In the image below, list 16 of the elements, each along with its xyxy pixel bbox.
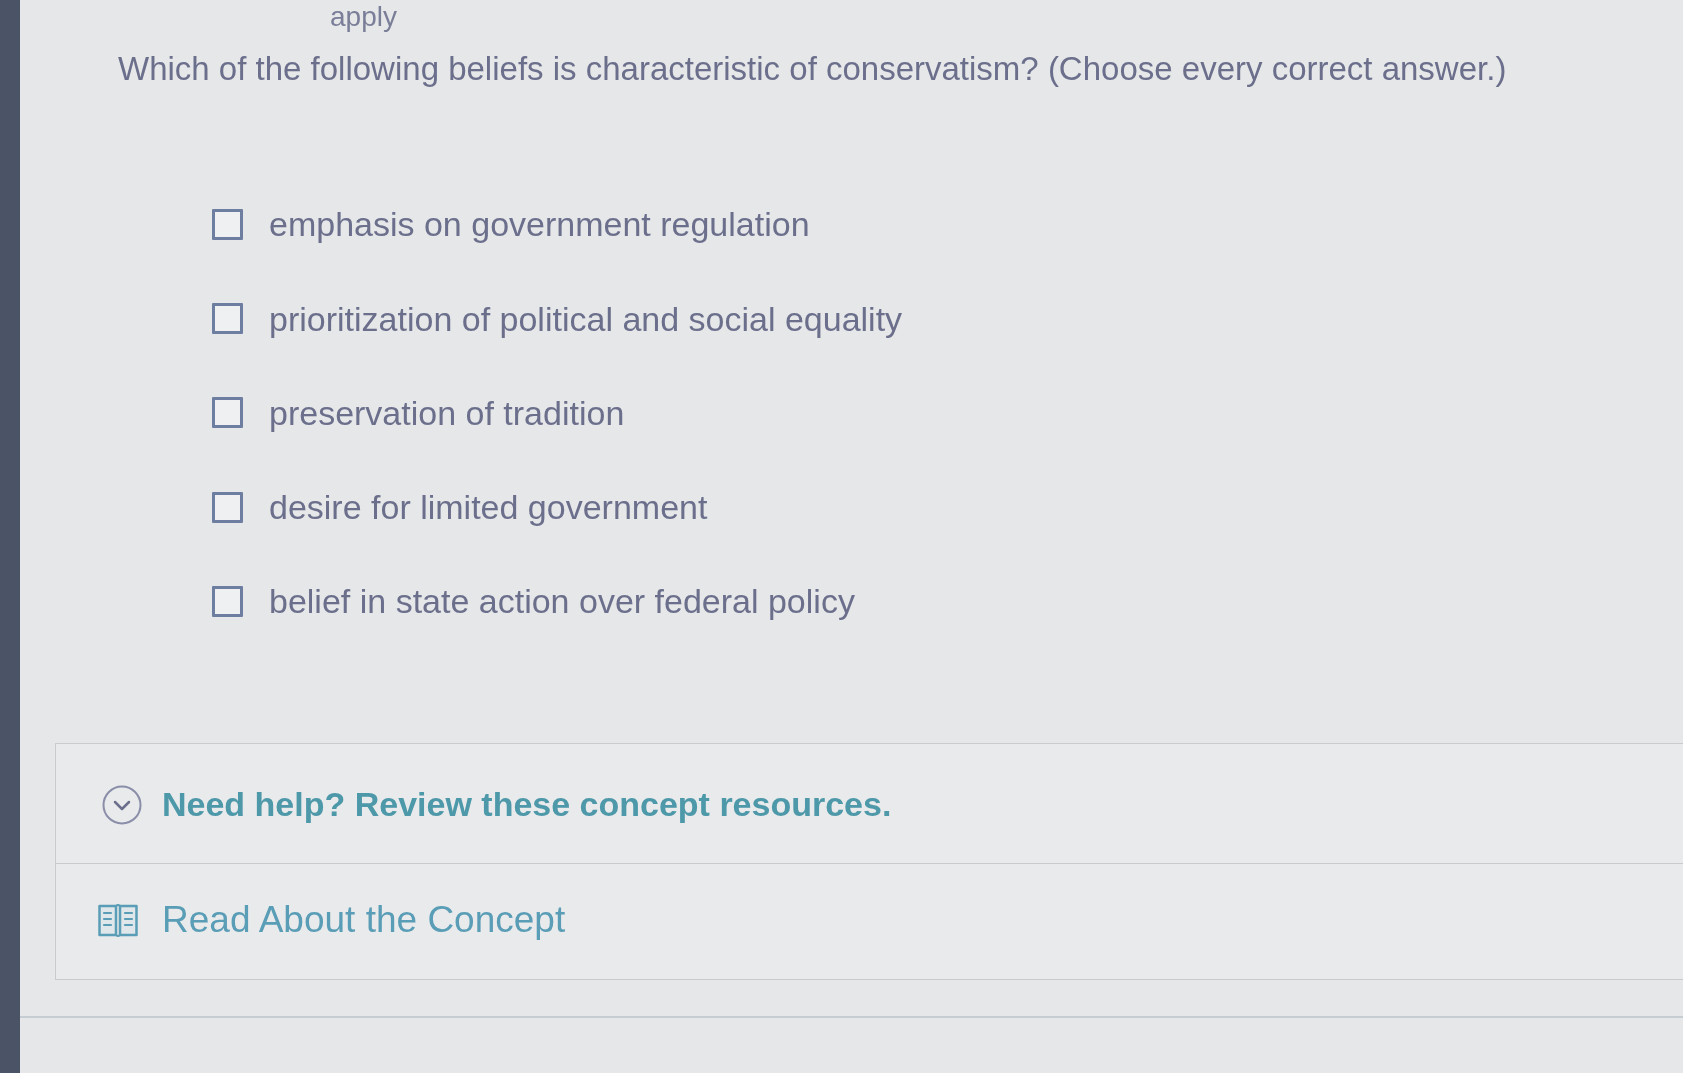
question-text: Which of the following beliefs is characteristic of conservatism? (Choose every correct answer.) xyxy=(118,48,1508,89)
chevron-down-icon[interactable] xyxy=(102,784,142,825)
option-label: emphasis on government regulation xyxy=(269,204,810,246)
checkbox[interactable] xyxy=(212,303,243,335)
checkbox[interactable] xyxy=(212,397,243,429)
instruction-text: apply xyxy=(330,0,397,34)
option-label: preservation of tradition xyxy=(269,392,625,434)
help-title: Need help? Review these concept resources. xyxy=(162,784,892,826)
checkbox[interactable] xyxy=(212,491,243,523)
checkbox[interactable] xyxy=(212,585,243,617)
book-icon xyxy=(98,903,138,938)
option-label: desire for limited government xyxy=(269,487,708,529)
option-label: prioritization of political and social equality xyxy=(269,298,903,340)
option-label: belief in state action over federal policy xyxy=(269,581,855,623)
concept-link[interactable]: Read About the Concept xyxy=(162,898,566,943)
checkbox[interactable] xyxy=(212,209,243,241)
